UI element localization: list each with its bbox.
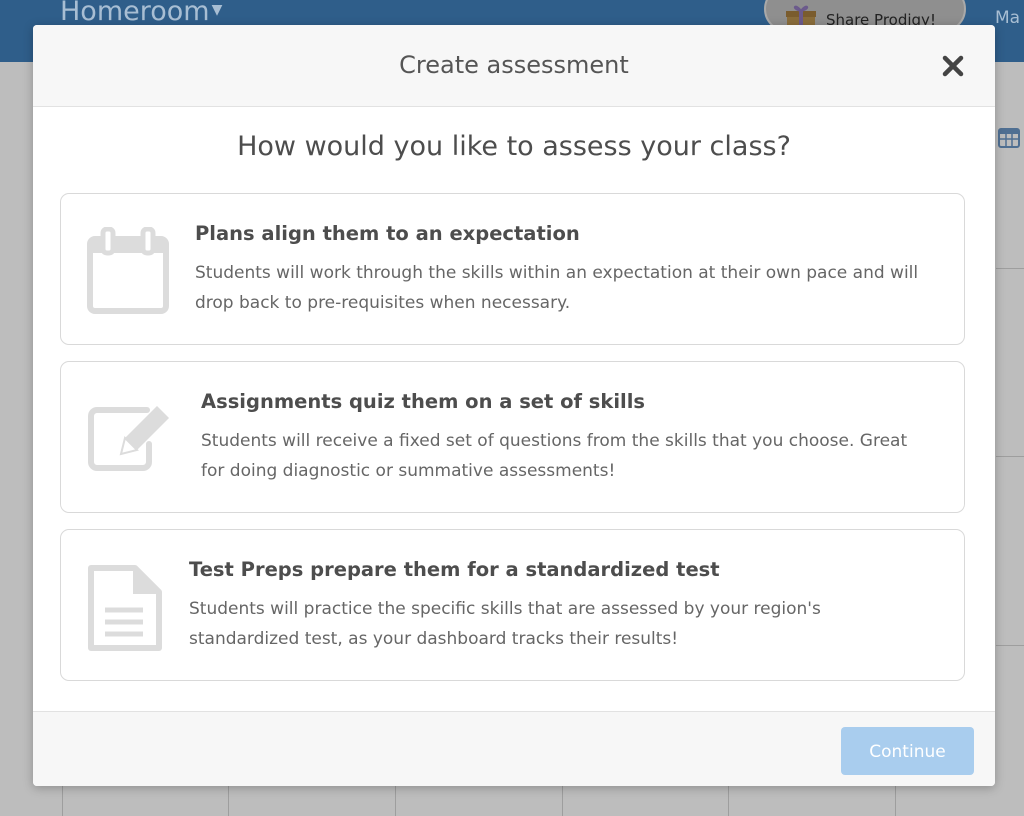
- grid-line: [562, 786, 563, 816]
- grid-line: [996, 456, 1024, 457]
- class-title: Homeroom: [60, 0, 210, 27]
- option-description-line: for doing diagnostic or summative assess…: [201, 461, 616, 481]
- modal-footer: Continue: [33, 711, 995, 786]
- option-title: Assignments quiz them on a set of skills: [201, 390, 646, 413]
- option-description: Students will receive a fixed set of que…: [201, 426, 907, 486]
- continue-button[interactable]: Continue: [841, 727, 974, 775]
- grid-line: [728, 786, 729, 816]
- class-selector[interactable]: Homeroom ▼: [60, 0, 222, 27]
- document-icon: [88, 565, 162, 651]
- option-description: Students will work through the skills wi…: [195, 258, 918, 318]
- grid-line: [395, 786, 396, 816]
- option-plans[interactable]: Plans align them to an expectation Stude…: [60, 193, 965, 345]
- option-assignments[interactable]: Assignments quiz them on a set of skills…: [60, 361, 965, 513]
- calendar-icon: [998, 128, 1020, 148]
- grid-line: [228, 786, 229, 816]
- caret-down-icon: ▼: [211, 2, 223, 18]
- create-assessment-modal: Create assessment How would you like to …: [33, 25, 995, 786]
- option-description-line: standardized test, as your dashboard tra…: [189, 629, 679, 649]
- calendar-icon: [87, 227, 169, 314]
- modal-header: Create assessment: [33, 25, 995, 107]
- grid-line: [62, 786, 63, 816]
- option-description-line: Students will work through the skills wi…: [195, 263, 919, 283]
- edit-icon: [88, 406, 169, 471]
- option-description: Students will practice the specific skil…: [189, 594, 821, 654]
- option-title: Test Preps prepare them for a standardiz…: [189, 558, 720, 581]
- grid-line: [895, 786, 896, 816]
- option-title: Plans align them to an expectation: [195, 222, 580, 245]
- user-menu[interactable]: Ma: [995, 8, 1020, 28]
- option-test-preps[interactable]: Test Preps prepare them for a standardiz…: [60, 529, 965, 681]
- grid-line: [996, 645, 1024, 646]
- option-description-line: Students will receive a fixed set of que…: [201, 431, 908, 451]
- close-icon[interactable]: [939, 52, 967, 80]
- modal-title: Create assessment: [399, 51, 629, 79]
- grid-line: [996, 268, 1024, 269]
- option-description-line: drop back to pre-requisites when necessa…: [195, 293, 571, 313]
- option-description-line: Students will practice the specific skil…: [189, 599, 821, 619]
- assessment-question: How would you like to assess your class?: [237, 131, 791, 162]
